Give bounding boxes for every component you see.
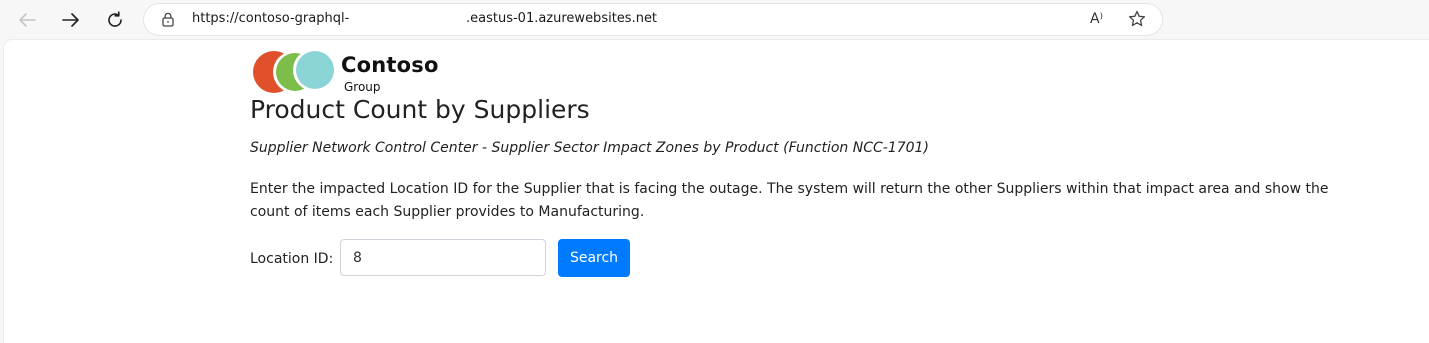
search-button[interactable]: Search	[558, 239, 630, 277]
logo-subtext: Group	[344, 80, 381, 94]
url-text: https://contoso-graphql-	[192, 11, 350, 26]
forward-button[interactable]	[56, 6, 86, 34]
refresh-icon	[108, 11, 122, 27]
back-button[interactable]	[12, 6, 42, 34]
contoso-logo: Contoso Group	[250, 49, 450, 95]
page-subtitle: Supplier Network Control Center - Suppli…	[250, 140, 929, 156]
logo-circles-icon	[253, 49, 335, 93]
refresh-button[interactable]	[100, 6, 130, 34]
forward-arrow-icon	[62, 13, 79, 27]
logo-wordmark: Contoso	[341, 53, 439, 77]
star-icon[interactable]	[1128, 10, 1146, 28]
url-text-domain: .eastus-01.azurewebsites.net	[466, 11, 658, 26]
location-id-label: Location ID:	[250, 251, 334, 267]
read-aloud-icon[interactable]: A⁾	[1090, 11, 1103, 27]
location-id-input[interactable]	[340, 239, 546, 276]
page-description: Enter the impacted Location ID for the S…	[250, 181, 1329, 220]
lock-icon[interactable]	[162, 12, 174, 27]
back-arrow-icon	[19, 13, 36, 27]
address-bar[interactable]: https://contoso-graphql- .eastus-01.azur…	[144, 4, 1162, 35]
page-title: Product Count by Suppliers	[250, 95, 590, 124]
browser-toolbar: https://contoso-graphql- .eastus-01.azur…	[0, 0, 1429, 40]
